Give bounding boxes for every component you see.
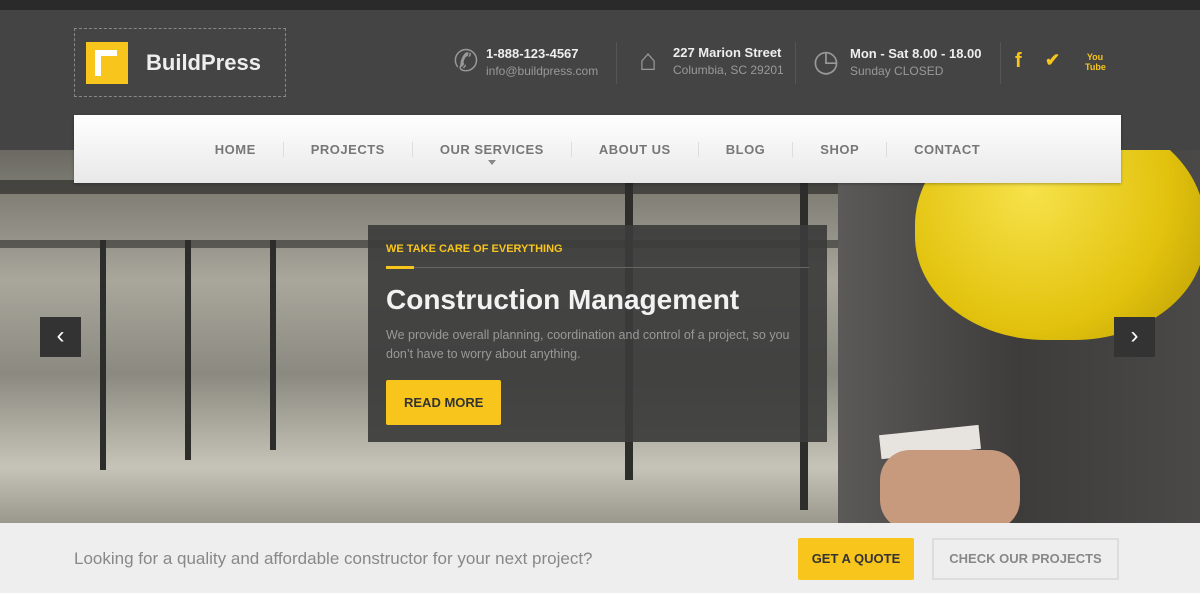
nav-about-us[interactable]: ABOUT US (570, 141, 698, 157)
address-street: 227 Marion Street (673, 45, 782, 60)
nav-projects[interactable]: PROJECTS (282, 141, 412, 157)
nav-our-services-label: OUR SERVICES (439, 141, 544, 157)
twitter-icon[interactable]: ✔ (1045, 50, 1060, 71)
hero-slider: WE TAKE CARE OF EVERYTHING Construction … (0, 150, 1200, 523)
logo-icon (86, 41, 128, 84)
phone-icon: ✆ (453, 45, 479, 78)
hero-image-hand (880, 450, 1020, 523)
get-a-quote-button[interactable]: GET A QUOTE (798, 538, 914, 580)
clock-icon: ◷ (812, 45, 840, 78)
address-city: Columbia, SC 29201 (673, 63, 784, 77)
phone-info: ✆ 1-888-123-4567 info@buildpress.com (446, 44, 598, 79)
divider (795, 42, 796, 84)
slide-title: Construction Management (386, 284, 740, 315)
slide-text: We provide overall planning, coordinatio… (386, 328, 790, 361)
caret-down-icon (487, 159, 496, 165)
nav-our-services[interactable]: OUR SERVICES (411, 141, 571, 165)
hours-weekday: Mon - Sat 8.00 - 18.00 (850, 45, 982, 61)
email[interactable]: info@buildpress.com (486, 64, 598, 78)
logo[interactable]: BuildPress (74, 28, 286, 97)
home-icon: ⌂ (638, 44, 658, 77)
slide-subtitle: WE TAKE CARE OF EVERYTHING (386, 243, 563, 255)
prev-slide-icon[interactable]: ‹ (40, 317, 81, 357)
main-nav: HOME PROJECTS OUR SERVICES ABOUT US BLOG… (74, 115, 1121, 183)
top-bar (0, 0, 1200, 10)
check-our-projects-button[interactable]: CHECK OUR PROJECTS (932, 538, 1119, 580)
nav-shop[interactable]: SHOP (792, 141, 886, 157)
facebook-icon[interactable]: f (1015, 50, 1022, 73)
divider (1000, 42, 1001, 84)
logo-text: BuildPress (146, 49, 261, 75)
youtube-icon[interactable]: You Tube (1085, 52, 1106, 72)
nav-home[interactable]: HOME (188, 142, 283, 157)
hero-image-column (100, 240, 106, 470)
cta-text: Looking for a quality and affordable con… (74, 549, 593, 568)
slide-caption: WE TAKE CARE OF EVERYTHING Construction … (368, 225, 827, 442)
nav-contact[interactable]: CONTACT (886, 141, 1007, 157)
hero-image-column (270, 240, 276, 450)
nav-blog[interactable]: BLOG (697, 141, 793, 157)
cta-bar: Looking for a quality and affordable con… (0, 523, 1200, 593)
divider (616, 42, 617, 84)
hero-image-column (185, 240, 191, 460)
hours-info: ◷ Mon - Sat 8.00 - 18.00 Sunday CLOSED (806, 44, 982, 79)
address-info: ⌂ 227 Marion Street Columbia, SC 29201 (628, 44, 784, 78)
phone-number: 1-888-123-4567 (486, 45, 579, 61)
hours-sunday: Sunday CLOSED (850, 63, 944, 78)
next-slide-icon[interactable]: › (1114, 317, 1155, 357)
read-more-button[interactable]: READ MORE (386, 380, 502, 425)
divider (386, 266, 809, 269)
